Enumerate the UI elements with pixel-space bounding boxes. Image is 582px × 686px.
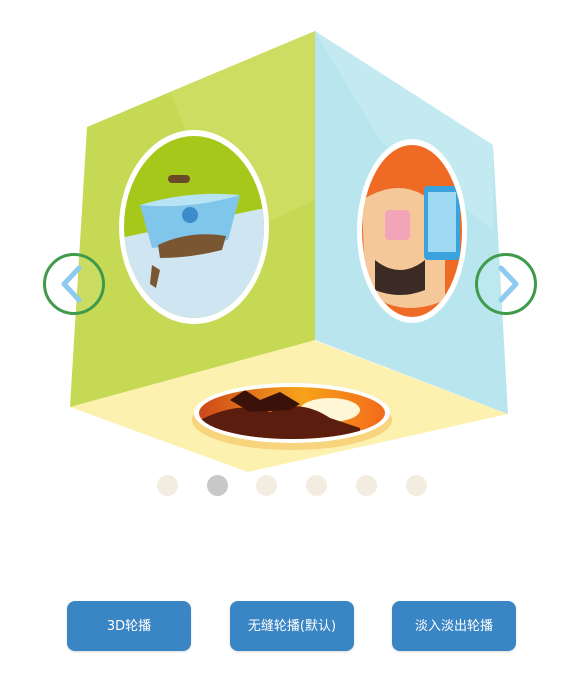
- prev-arrow-button[interactable]: [43, 253, 105, 315]
- next-arrow-button[interactable]: [475, 253, 537, 315]
- sunset-image: [192, 383, 392, 450]
- mode-button-bar: 3D轮播 无缝轮播(默认) 淡入淡出轮播: [0, 601, 582, 651]
- carousel-stage: [0, 0, 582, 520]
- chevron-left-icon: [61, 265, 82, 303]
- pagination-dots: [0, 475, 582, 497]
- chevron-right-icon: [498, 265, 519, 303]
- pagination-dot-6[interactable]: [406, 475, 427, 496]
- seamless-carousel-button[interactable]: 无缝轮播(默认): [230, 601, 354, 651]
- pagination-dot-1[interactable]: [157, 475, 178, 496]
- pagination-dot-3[interactable]: [256, 475, 277, 496]
- pagination-dot-2[interactable]: [207, 475, 228, 496]
- pagination-dot-4[interactable]: [306, 475, 327, 496]
- fade-carousel-button[interactable]: 淡入淡出轮播: [392, 601, 516, 651]
- 3d-carousel-button[interactable]: 3D轮播: [67, 601, 191, 651]
- pagination-dot-5[interactable]: [356, 475, 377, 496]
